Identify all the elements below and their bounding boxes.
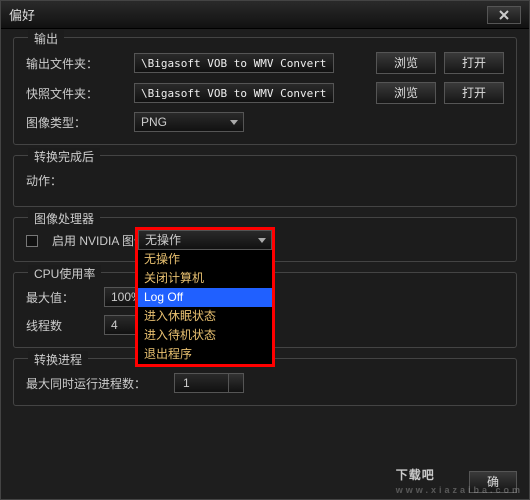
cpu-max-label: 最大值： [26, 289, 96, 306]
chevron-down-icon [233, 385, 239, 389]
action-option-standby[interactable]: 进入待机状态 [138, 326, 272, 345]
close-icon [498, 9, 510, 21]
ok-button[interactable]: 确 [469, 471, 517, 493]
max-concurrent-spinner[interactable]: 1 [174, 373, 244, 393]
action-option-logoff[interactable]: Log Off [138, 288, 272, 307]
footer: 确 [469, 471, 517, 493]
action-option-hibernate[interactable]: 进入休眠状态 [138, 307, 272, 326]
group-title-after-convert: 转换完成后 [28, 148, 100, 165]
snapshot-folder-input[interactable] [134, 83, 334, 103]
action-options-list: 无操作 关闭计算机 Log Off 进入休眠状态 进入待机状态 退出程序 [138, 250, 272, 364]
output-browse-button[interactable]: 浏览 [376, 52, 436, 74]
action-select-head[interactable]: 无操作 [138, 230, 272, 250]
action-option-noop[interactable]: 无操作 [138, 250, 272, 269]
image-type-select[interactable]: PNG [134, 112, 244, 132]
chevron-up-icon [233, 377, 239, 381]
preferences-window: 偏好 输出 输出文件夹： 浏览 打开 快照文件夹： 浏览 打开 [0, 0, 530, 500]
image-type-label: 图像类型： [26, 114, 126, 131]
group-title-progress: 转换进程 [28, 351, 88, 368]
snapshot-folder-label: 快照文件夹： [26, 85, 126, 102]
output-folder-input[interactable] [134, 53, 334, 73]
window-body: 输出 输出文件夹： 浏览 打开 快照文件夹： 浏览 打开 图像类型： PNG [1, 29, 529, 499]
titlebar: 偏好 [1, 1, 529, 29]
snapshot-open-button[interactable]: 打开 [444, 82, 504, 104]
window-title: 偏好 [9, 5, 487, 24]
enable-nvidia-checkbox[interactable] [26, 235, 38, 247]
action-option-shutdown[interactable]: 关闭计算机 [138, 269, 272, 288]
snapshot-browse-button[interactable]: 浏览 [376, 82, 436, 104]
action-select-open[interactable]: 无操作 无操作 关闭计算机 Log Off 进入休眠状态 进入待机状态 退出程序 [135, 227, 275, 367]
close-button[interactable] [487, 6, 521, 24]
max-concurrent-label: 最大同时运行进程数： [26, 375, 166, 392]
group-output: 输出 输出文件夹： 浏览 打开 快照文件夹： 浏览 打开 图像类型： PNG [13, 37, 517, 145]
cpu-threads-label: 线程数 [26, 317, 96, 334]
action-label: 动作： [26, 172, 126, 189]
group-title-gpu: 图像处理器 [28, 210, 100, 227]
output-open-button[interactable]: 打开 [444, 52, 504, 74]
group-title-output: 输出 [28, 30, 64, 47]
group-after-convert: 转换完成后 动作： [13, 155, 517, 207]
action-option-exit[interactable]: 退出程序 [138, 345, 272, 364]
group-title-cpu: CPU使用率 [28, 265, 101, 282]
enable-nvidia-label: 启用 NVIDIA 图像 [52, 232, 146, 249]
output-folder-label: 输出文件夹： [26, 55, 126, 72]
